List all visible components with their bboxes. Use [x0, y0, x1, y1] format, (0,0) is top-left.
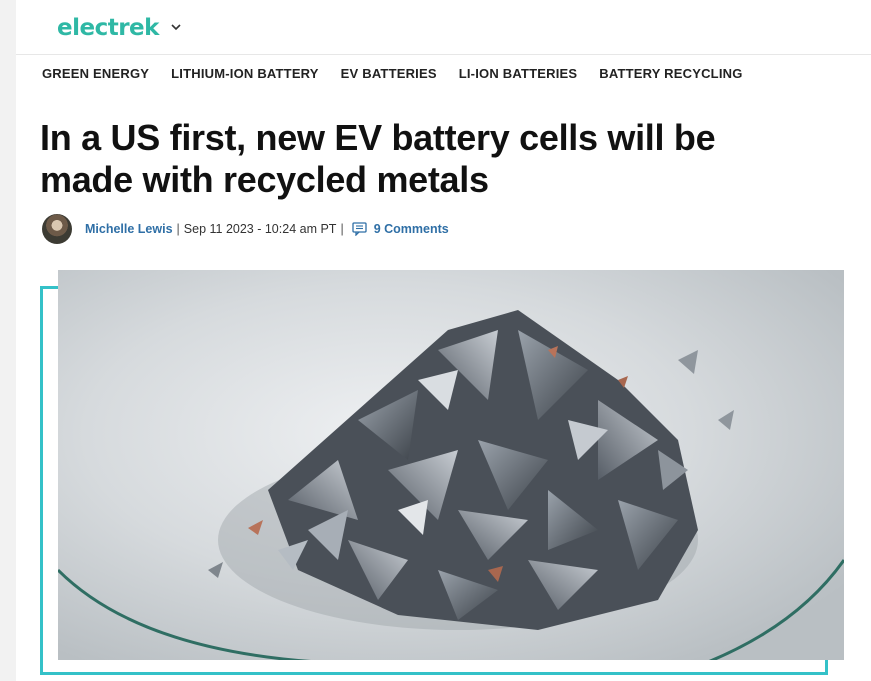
tag-link[interactable]: LI-ION BATTERIES: [459, 66, 578, 81]
tag-link[interactable]: GREEN ENERGY: [42, 66, 149, 81]
page: electrek GREEN ENERGY LITHIUM-ION BATTER…: [16, 0, 871, 681]
site-logo[interactable]: electrek: [57, 15, 159, 41]
separator: |: [340, 222, 344, 236]
comment-icon[interactable]: [352, 222, 367, 236]
article-title: In a US first, new EV battery cells will…: [40, 117, 716, 200]
separator: |: [176, 222, 180, 236]
author-link[interactable]: Michelle Lewis: [85, 222, 173, 236]
featured-image: [58, 270, 844, 660]
publish-date: Sep 11 2023 - 10:24 am PT: [183, 222, 337, 236]
site-header: electrek: [16, 0, 871, 55]
tag-link[interactable]: BATTERY RECYCLING: [599, 66, 742, 81]
chevron-down-icon[interactable]: [170, 22, 182, 32]
comments-link[interactable]: 9 Comments: [374, 222, 449, 236]
byline: Michelle Lewis | Sep 11 2023 - 10:24 am …: [42, 214, 449, 244]
tag-link[interactable]: LITHIUM-ION BATTERY: [171, 66, 319, 81]
author-avatar[interactable]: [42, 214, 72, 244]
tag-link[interactable]: EV BATTERIES: [341, 66, 437, 81]
tag-list: GREEN ENERGY LITHIUM-ION BATTERY EV BATT…: [42, 66, 765, 81]
recycled-metal-illustration: [58, 270, 844, 660]
